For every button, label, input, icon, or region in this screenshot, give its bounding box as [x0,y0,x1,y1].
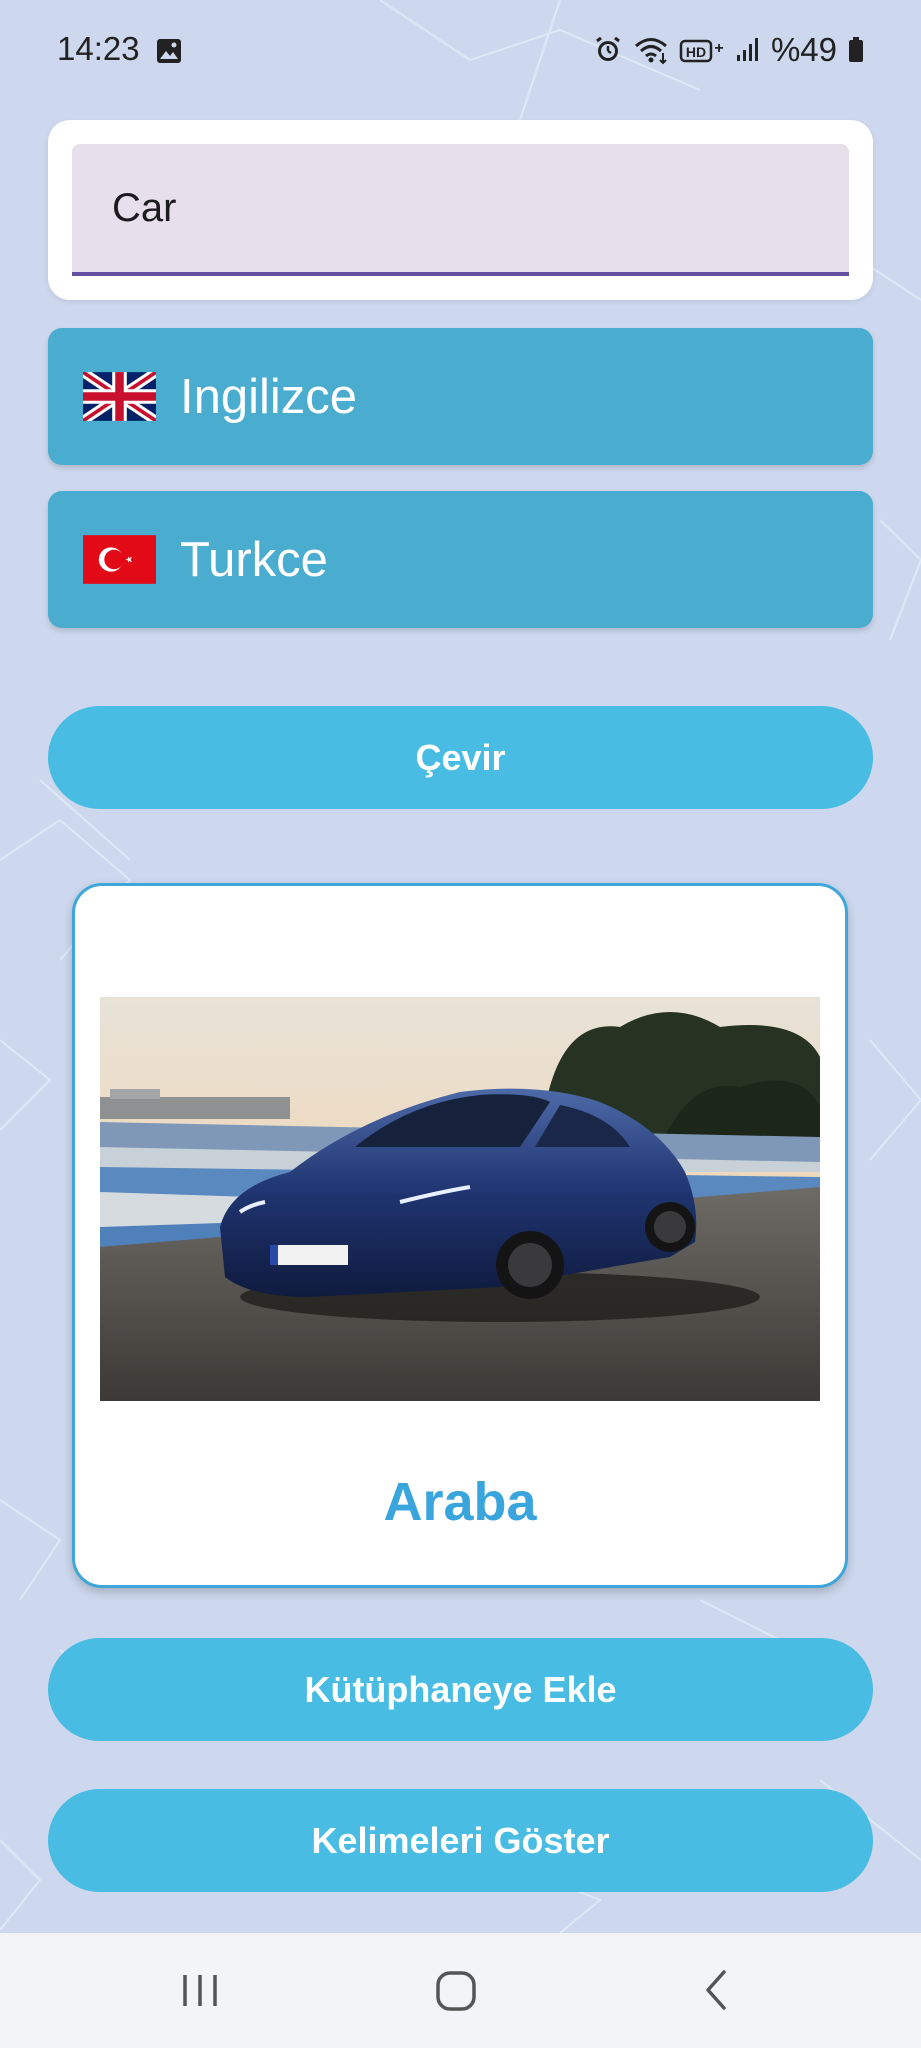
alarm-icon [596,36,620,61]
add-to-library-button[interactable]: Kütüphaneye Ekle [48,1638,873,1741]
show-words-button[interactable]: Kelimeleri Göster [48,1789,873,1892]
status-bar: 14:23 HD + %49 [0,0,921,100]
navigation-bar [0,1933,921,2048]
svg-text:+: + [714,40,723,57]
translate-button[interactable]: Çevir [48,706,873,809]
turkey-flag-icon [83,535,156,584]
translated-word: Araba [383,1472,537,1532]
word-input-field[interactable] [72,144,849,276]
search-card [48,120,873,300]
back-icon[interactable] [686,1963,746,2018]
status-icons: HD + %49 [593,30,865,70]
wifi-icon [634,38,667,65]
battery-icon [849,37,863,62]
signal-icon [736,38,758,61]
uk-flag-icon [83,372,156,421]
recents-icon[interactable] [170,1963,230,2018]
source-language-select[interactable]: Ingilizce [48,328,873,465]
result-card: Araba [72,883,848,1588]
source-language-label: Ingilizce [180,369,358,424]
hd-plus-icon: HD + [679,39,724,63]
home-icon[interactable] [426,1963,486,2018]
car-photo [100,997,820,1401]
status-time: 14:23 [57,30,140,67]
word-input[interactable] [72,144,849,272]
battery-percent: %49 [770,31,837,68]
target-language-select[interactable]: Turkce [48,491,873,628]
gallery-icon [157,39,181,63]
target-language-label: Turkce [180,532,328,587]
svg-text:HD: HD [686,44,706,60]
